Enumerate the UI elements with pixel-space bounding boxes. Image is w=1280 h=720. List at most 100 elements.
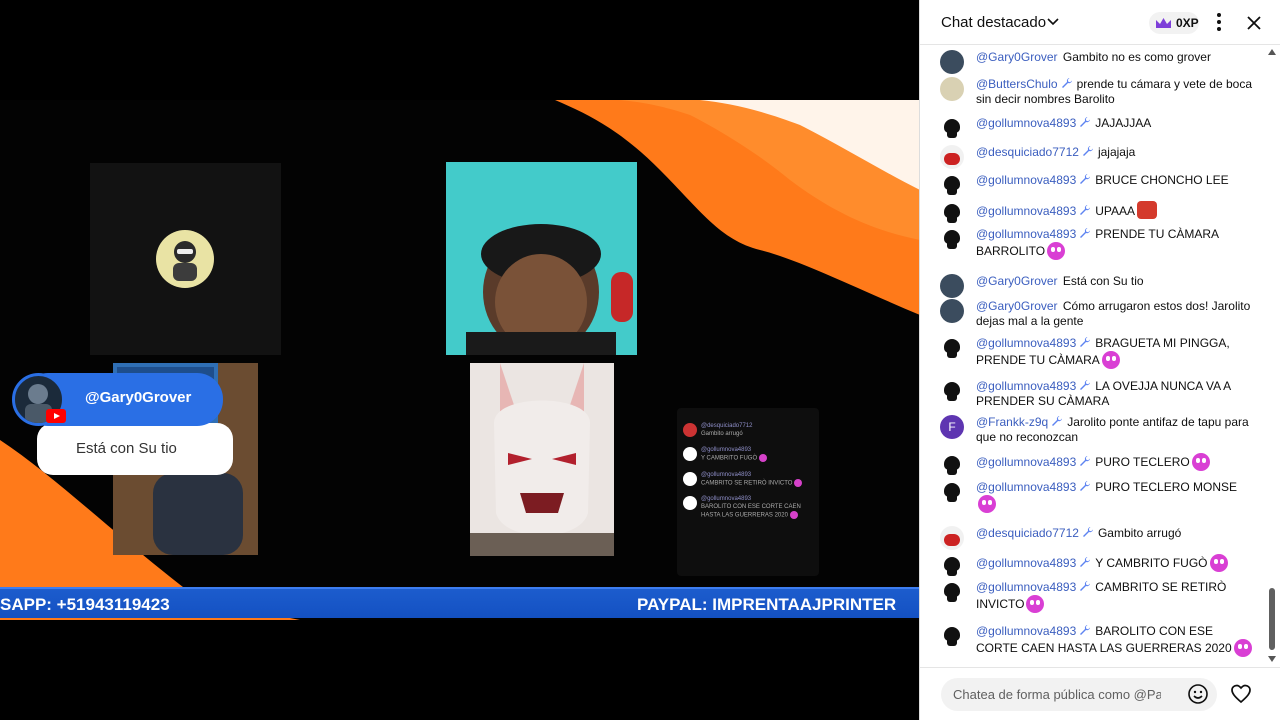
chat-author[interactable]: @gollumnova4893 (976, 204, 1076, 218)
scroll-up-arrow-icon[interactable] (1268, 49, 1276, 55)
chat-author[interactable]: @gollumnova4893 (976, 336, 1076, 350)
chat-author[interactable]: @gollumnova4893 (976, 379, 1076, 393)
chat-message[interactable]: F @Frankk-z9q Jarolito ponte antifaz de ta… (940, 415, 1252, 445)
chat-message[interactable]: @gollumnova4893 UPAAA (940, 201, 1252, 225)
ticker-phone: SAPP: +51943119423 (0, 595, 170, 614)
chat-author[interactable]: @gollumnova4893 (976, 580, 1076, 594)
moderator-wrench-icon (1079, 173, 1091, 185)
live-chat-panel: Chat destacado 0XP @Gary0Grover Gambito … (919, 0, 1280, 720)
chat-author[interactable]: @Frankk-z9q (976, 415, 1048, 429)
avatar[interactable] (940, 580, 964, 604)
mini-chat-text: CAMBRITO SE RETIRÒ INVICTO (701, 480, 793, 487)
avatar[interactable] (940, 336, 964, 360)
scroll-down-arrow-icon[interactable] (1268, 656, 1276, 662)
mini-chat-text: Gambito arrugó (701, 431, 743, 437)
avatar[interactable] (940, 379, 964, 403)
heart-icon[interactable] (1229, 682, 1253, 706)
moderator-wrench-icon (1079, 480, 1091, 492)
chat-author[interactable]: @desquiciado7712 (976, 145, 1079, 159)
avatar[interactable] (940, 201, 964, 225)
chat-author[interactable]: @gollumnova4893 (976, 455, 1076, 469)
chat-author[interactable]: @gollumnova4893 (976, 556, 1076, 570)
avatar (683, 447, 697, 461)
chat-message[interactable]: @Gary0Grover Cómo arrugaron estos dos! J… (940, 299, 1252, 329)
avatar[interactable] (940, 526, 964, 550)
avatar[interactable] (940, 77, 964, 101)
chat-message[interactable]: @gollumnova4893 BRAGUETA MI PINGGA, PREND… (940, 336, 1252, 369)
chat-author[interactable]: @Gary0Grover (976, 50, 1058, 64)
chat-author[interactable]: @gollumnova4893 (976, 227, 1076, 241)
moderator-wrench-icon (1082, 526, 1094, 538)
moderator-wrench-icon (1061, 77, 1073, 89)
avatar[interactable] (940, 453, 964, 477)
chat-message[interactable]: @gollumnova4893 JAJAJJAA (940, 116, 1252, 140)
chat-author[interactable]: @Gary0Grover (976, 274, 1058, 288)
chat-input[interactable] (941, 678, 1217, 711)
avatar[interactable] (940, 145, 964, 169)
emoji-icon (789, 511, 798, 520)
chat-message[interactable]: @Gary0Grover Gambito no es como grover (940, 50, 1252, 74)
chat-message-list[interactable]: @Gary0Grover Gambito no es como grover @B… (920, 46, 1280, 666)
stream-stage: @desquiciado7712 Gambito arrugó @gollumno… (0, 100, 920, 620)
scroll-thumb[interactable] (1269, 588, 1275, 650)
chat-message-text: Gambito arrugó (1097, 526, 1182, 540)
chat-author[interactable]: @gollumnova4893 (976, 173, 1076, 187)
chat-message[interactable]: @gollumnova4893 PRENDE TU CÀMARA BARROLIT… (940, 227, 1252, 260)
chat-message[interactable]: @desquiciado7712 jajajaja (940, 145, 1252, 169)
close-icon[interactable] (1243, 12, 1265, 34)
chat-message[interactable]: @gollumnova4893 BAROLITO CON ESE CORTE CA… (940, 624, 1252, 657)
chat-author[interactable]: @gollumnova4893 (976, 480, 1076, 494)
chat-author[interactable]: @Gary0Grover (976, 299, 1058, 313)
chat-message[interactable]: @gollumnova4893 LA OVEJJA NUNCA VA A PREN… (940, 379, 1252, 409)
chat-message-text: Gambito no es como grover (1062, 50, 1211, 64)
avatar[interactable] (940, 274, 964, 298)
mini-chat-item: @gollumnova4893 BAROLITO CON ESE CORTE CA… (683, 495, 813, 520)
participant-tile-gary (90, 163, 281, 355)
chat-message[interactable]: @Gary0Grover Está con Su tio (940, 274, 1252, 298)
chat-message[interactable]: @ButtersChulo prende tu cámara y vete de … (940, 77, 1252, 107)
chat-author[interactable]: @gollumnova4893 (976, 624, 1076, 638)
moderator-wrench-icon (1079, 556, 1091, 568)
chat-message[interactable]: @gollumnova4893 PURO TECLERO (940, 453, 1252, 477)
chat-message[interactable]: @gollumnova4893 PURO TECLERO MONSE (940, 480, 1252, 513)
moderator-wrench-icon (1079, 624, 1091, 636)
more-options-icon[interactable] (1209, 11, 1229, 33)
chat-author[interactable]: @desquiciado7712 (976, 526, 1079, 540)
chat-message-text: JAJAJJAA (1095, 116, 1152, 130)
avatar[interactable] (940, 554, 964, 578)
video-player[interactable]: @desquiciado7712 Gambito arrugó @gollumno… (0, 0, 920, 720)
chat-message[interactable]: @gollumnova4893 Y CAMBRITO FUGÒ (940, 554, 1252, 578)
avatar[interactable]: F (940, 415, 964, 439)
chat-message-text: UPAAA (1095, 204, 1136, 218)
chat-message-text: jajajaja (1097, 145, 1136, 159)
avatar (683, 423, 697, 437)
avatar[interactable] (940, 116, 964, 140)
youtube-logo-icon (46, 409, 66, 423)
chat-scrollbar[interactable] (1267, 46, 1277, 666)
avatar[interactable] (940, 50, 964, 74)
chevron-down-icon[interactable] (1046, 15, 1060, 29)
emoji-icon (1233, 639, 1252, 657)
mini-chat-text: BAROLITO CON ESE CORTE CAEN HASTA LAS GU… (701, 504, 801, 519)
avatar[interactable] (940, 624, 964, 648)
chat-message[interactable]: @gollumnova4893 CAMBRITO SE RETIRÒ INVICT… (940, 580, 1252, 613)
avatar[interactable] (940, 173, 964, 197)
chat-message[interactable]: @desquiciado7712 Gambito arrugó (940, 526, 1252, 550)
moderator-wrench-icon (1082, 145, 1094, 157)
avatar[interactable] (940, 480, 964, 504)
xp-badge[interactable]: 0XP (1149, 12, 1199, 34)
moderator-wrench-icon (1051, 415, 1063, 427)
avatar[interactable] (940, 299, 964, 323)
mini-chat-item: @gollumnova4893 Y CAMBRITO FUGÒ (683, 446, 813, 463)
moderator-wrench-icon (1079, 379, 1091, 391)
chat-message-text: BRUCE CHONCHO LEE (1095, 173, 1229, 187)
avatar[interactable] (940, 227, 964, 251)
chat-author[interactable]: @ButtersChulo (976, 77, 1058, 91)
emoji-picker-icon[interactable] (1187, 683, 1209, 705)
moderator-wrench-icon (1079, 336, 1091, 348)
chat-mode-selector[interactable]: Chat destacado (941, 14, 1046, 31)
avatar (683, 496, 697, 511)
chat-author[interactable]: @gollumnova4893 (976, 116, 1076, 130)
lower-third-comment: Está con Su tio @Gary0Grover (12, 373, 242, 483)
chat-message[interactable]: @gollumnova4893 BRUCE CHONCHO LEE (940, 173, 1252, 197)
